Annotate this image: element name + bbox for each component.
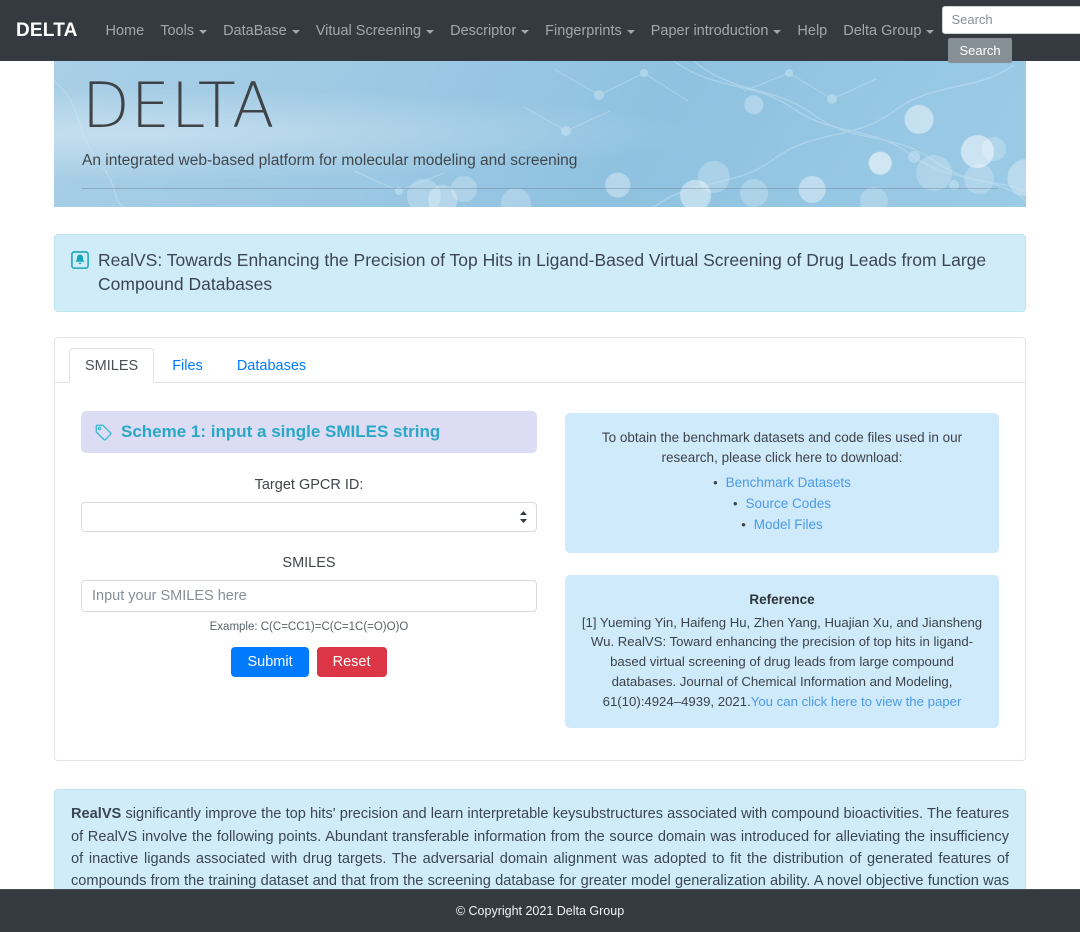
- nav-item-label: Paper introduction: [650, 22, 769, 39]
- download-link-list: Benchmark Datasets Source Codes Model Fi…: [581, 473, 983, 535]
- page-content: DELTA An integrated web-based platform f…: [0, 61, 1080, 932]
- target-gpcr-label: Target GPCR ID:: [254, 477, 364, 494]
- chevron-down-icon: [199, 29, 208, 34]
- chevron-down-icon: [291, 29, 300, 34]
- model-files-link[interactable]: Model Files: [754, 515, 823, 535]
- main-card: SMILES Files Databases Scheme 1: input a…: [54, 337, 1026, 762]
- hero-banner: DELTA An integrated web-based platform f…: [54, 61, 1026, 207]
- nav-item-tools[interactable]: Tools: [152, 19, 215, 43]
- nav-item-delta-group[interactable]: Delta Group: [835, 19, 942, 43]
- nav-item-home[interactable]: Home: [98, 19, 153, 43]
- nav-item-database[interactable]: DataBase: [215, 19, 308, 43]
- nav-item-descriptor[interactable]: Descriptor: [442, 19, 537, 43]
- nav-item-label: Home: [105, 22, 145, 39]
- smiles-example-text: Example: C(C=CC1)=C(C=1C(=O)O)O: [209, 621, 409, 634]
- page-footer: © Copyright 2021 Delta Group: [0, 889, 1080, 932]
- page-title-banner: RealVS: Towards Enhancing the Precision …: [54, 234, 1026, 313]
- download-panel: To obtain the benchmark datasets and cod…: [565, 413, 999, 553]
- list-item: Benchmark Datasets: [581, 473, 983, 493]
- tab-databases[interactable]: Databases: [221, 348, 322, 383]
- nav-item-paper-introduction[interactable]: Paper introduction: [643, 19, 790, 43]
- scheme-heading: Scheme 1: input a single SMILES string: [81, 411, 537, 454]
- tab-panel-smiles: Scheme 1: input a single SMILES string T…: [55, 383, 1025, 760]
- search-input[interactable]: [942, 5, 1080, 34]
- page-title: RealVS: Towards Enhancing the Precision …: [98, 250, 987, 295]
- nav-item-label: Help: [797, 22, 828, 39]
- reset-button[interactable]: Reset: [316, 647, 387, 678]
- chevron-down-icon: [521, 29, 530, 34]
- view-paper-link[interactable]: You can click here to view the paper: [751, 694, 962, 709]
- scheme-heading-label: Scheme 1: input a single SMILES string: [121, 422, 441, 442]
- nav-item-label: Delta Group: [843, 22, 922, 39]
- form-button-row: Submit Reset: [81, 647, 537, 678]
- smiles-input[interactable]: [81, 580, 537, 613]
- hero-title: DELTA: [82, 69, 276, 142]
- nav-item-label: Fingerprints: [545, 22, 622, 39]
- list-item: Model Files: [581, 515, 983, 535]
- list-item: Source Codes: [581, 494, 983, 514]
- benchmark-datasets-link[interactable]: Benchmark Datasets: [726, 473, 851, 493]
- nav-item-fingerprints[interactable]: Fingerprints: [537, 19, 643, 43]
- target-gpcr-select-wrap: [81, 502, 537, 533]
- nav-item-virtual-screening[interactable]: Vitual Screening: [308, 19, 442, 43]
- smiles-label: SMILES: [282, 555, 336, 572]
- tab-files[interactable]: Files: [156, 348, 219, 383]
- chevron-down-icon: [926, 29, 935, 34]
- hero-divider: [82, 188, 998, 189]
- reference-panel: Reference [1] Yueming Yin, Haifeng Hu, Z…: [565, 574, 999, 729]
- chevron-down-icon: [426, 29, 435, 34]
- target-gpcr-select[interactable]: [81, 502, 537, 533]
- top-navbar: DELTA Home Tools DataBase Vitual Screeni…: [0, 0, 1080, 63]
- tab-bar: SMILES Files Databases: [55, 338, 1025, 384]
- tab-label: Databases: [236, 358, 307, 375]
- reference-body: [1] Yueming Yin, Haifeng Hu, Zhen Yang, …: [581, 613, 983, 712]
- tab-label: Files: [172, 358, 203, 375]
- bell-icon: [71, 251, 89, 269]
- description-lead: RealVS: [71, 806, 122, 823]
- submit-button[interactable]: Submit: [231, 647, 309, 678]
- tab-label: SMILES: [85, 358, 139, 375]
- download-panel-intro: To obtain the benchmark datasets and cod…: [601, 430, 963, 465]
- brand-logo[interactable]: DELTA: [16, 20, 78, 42]
- tab-smiles[interactable]: SMILES: [69, 348, 155, 384]
- search-form: Search: [942, 5, 1080, 63]
- search-button[interactable]: Search: [948, 37, 1012, 63]
- nav-links: Home Tools DataBase Vitual Screening Des…: [98, 19, 943, 43]
- nav-item-label: DataBase: [223, 22, 287, 39]
- nav-item-label: Tools: [160, 22, 195, 39]
- source-codes-link[interactable]: Source Codes: [746, 494, 832, 514]
- side-panels: To obtain the benchmark datasets and cod…: [565, 411, 999, 729]
- smiles-form: Scheme 1: input a single SMILES string T…: [81, 411, 537, 728]
- copyright-text: © Copyright 2021 Delta Group: [455, 904, 625, 918]
- nav-item-help[interactable]: Help: [789, 19, 835, 43]
- tag-icon: [95, 424, 112, 441]
- main-container: DELTA An integrated web-based platform f…: [54, 61, 1026, 932]
- nav-item-label: Vitual Screening: [315, 22, 422, 39]
- hero-inner: DELTA An integrated web-based platform f…: [54, 61, 1026, 170]
- chevron-down-icon: [773, 29, 782, 34]
- reference-title: Reference: [749, 591, 815, 607]
- nav-item-label: Descriptor: [450, 22, 517, 39]
- chevron-down-icon: [626, 29, 635, 34]
- hero-subtitle: An integrated web-based platform for mol…: [82, 152, 578, 170]
